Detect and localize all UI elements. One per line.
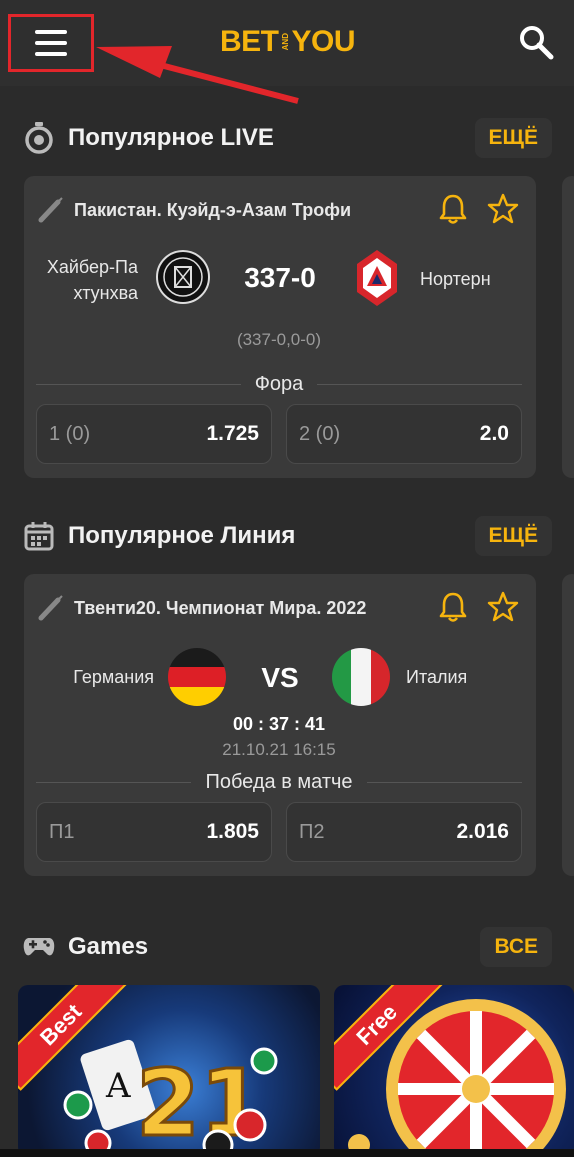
bell-icon[interactable] — [436, 192, 470, 226]
odd-value: 2.016 — [456, 820, 509, 843]
gamepad-icon — [22, 930, 56, 964]
odd-value: 2.0 — [479, 422, 509, 445]
menu-button[interactable] — [8, 14, 94, 72]
odd-button[interactable]: П1 1.805 — [36, 802, 272, 862]
match-datetime: 21.10.21 16:15 — [222, 740, 336, 759]
menu-icon-bar — [35, 30, 67, 34]
search-icon[interactable] — [516, 22, 556, 62]
next-card-peek[interactable] — [562, 176, 574, 478]
league-name: Пакистан. Куэйд-э-Азам Трофи — [74, 199, 352, 220]
menu-icon-bar — [35, 52, 67, 56]
calendar-icon — [22, 519, 56, 553]
all-button[interactable]: ВСЕ — [480, 927, 552, 967]
star-icon[interactable] — [486, 590, 520, 624]
home-team-name: Германия — [73, 667, 154, 687]
league-name: Твенти20. Чемпионат Мира. 2022 — [74, 597, 367, 618]
cricket-bat-icon — [38, 595, 63, 621]
section-title: Популярное LIVE — [68, 124, 274, 151]
svg-text:21: 21 — [136, 1050, 264, 1157]
stopwatch-icon — [22, 121, 56, 155]
logo-text-and: AND — [280, 33, 290, 51]
brand-logo[interactable]: BET AND YOU — [220, 24, 356, 60]
league-row: Твенти20. Чемпионат Мира. 2022 — [36, 594, 436, 622]
away-team-name: Италия — [406, 667, 468, 687]
logo-text-bet: BET — [220, 25, 279, 58]
odd-button[interactable]: П2 2.016 — [286, 802, 522, 862]
divider — [36, 383, 241, 385]
logo-text-you: YOU — [291, 25, 356, 58]
countdown-timer: 00 : 37 : 41 — [232, 714, 326, 734]
section-header-games: Games ВСЕ — [22, 925, 552, 969]
section-header-live: Популярное LIVE ЕЩЁ — [22, 116, 552, 160]
market-label: Фора — [254, 372, 304, 395]
live-event-card[interactable]: Пакистан. Куэйд-э-Азам Трофи Хайбер-Па х… — [24, 176, 536, 478]
market-row: Фора — [36, 372, 523, 396]
market-row: Победа в матче — [36, 770, 522, 794]
match-score: 337-0 — [244, 262, 316, 293]
score-detail: (337-0,0-0) — [236, 330, 322, 349]
germany-flag — [168, 648, 226, 706]
divider — [36, 781, 192, 783]
home-team-name: Хайбер-Па хтунхва — [46, 257, 138, 303]
section-title: Популярное Линия — [68, 522, 296, 549]
divider — [317, 383, 523, 385]
odd-button[interactable]: 1 (0) 1.725 — [36, 404, 272, 464]
game-tile-wheel[interactable]: Free — [334, 985, 574, 1157]
odd-label: П2 — [299, 820, 325, 843]
more-button[interactable]: ЕЩЁ — [474, 118, 552, 158]
more-button[interactable]: ЕЩЁ — [474, 516, 552, 556]
home-team-logo — [156, 250, 210, 304]
odd-label: П1 — [49, 820, 75, 843]
line-event-card[interactable]: Твенти20. Чемпионат Мира. 2022 Германия … — [24, 574, 536, 876]
svg-text:A: A — [105, 1066, 131, 1106]
star-icon[interactable] — [486, 192, 520, 226]
market-label: Победа в матче — [205, 770, 353, 793]
cricket-bat-icon — [38, 197, 63, 223]
next-card-peek[interactable] — [562, 574, 574, 876]
odd-label: 2 (0) — [299, 422, 341, 445]
odd-label: 1 (0) — [49, 422, 91, 445]
bottom-edge — [0, 1149, 574, 1157]
divider — [366, 781, 522, 783]
section-header-line: Популярное Линия ЕЩЁ — [22, 514, 552, 558]
section-title: Games — [68, 933, 149, 960]
league-row: Пакистан. Куэйд-э-Азам Трофи — [36, 196, 436, 224]
top-bar: BET AND YOU — [0, 0, 574, 86]
menu-icon-bar — [35, 41, 67, 45]
away-team-name: Нортерн — [420, 269, 491, 289]
bell-icon[interactable] — [436, 590, 470, 624]
away-team-logo — [357, 250, 397, 306]
versus-label: VS — [261, 662, 299, 693]
odd-value: 1.725 — [206, 422, 259, 445]
odd-value: 1.805 — [206, 820, 259, 843]
odd-button[interactable]: 2 (0) 2.0 — [286, 404, 522, 464]
game-tile-blackjack[interactable]: A 21 Best — [18, 985, 320, 1157]
italy-flag — [332, 648, 390, 706]
